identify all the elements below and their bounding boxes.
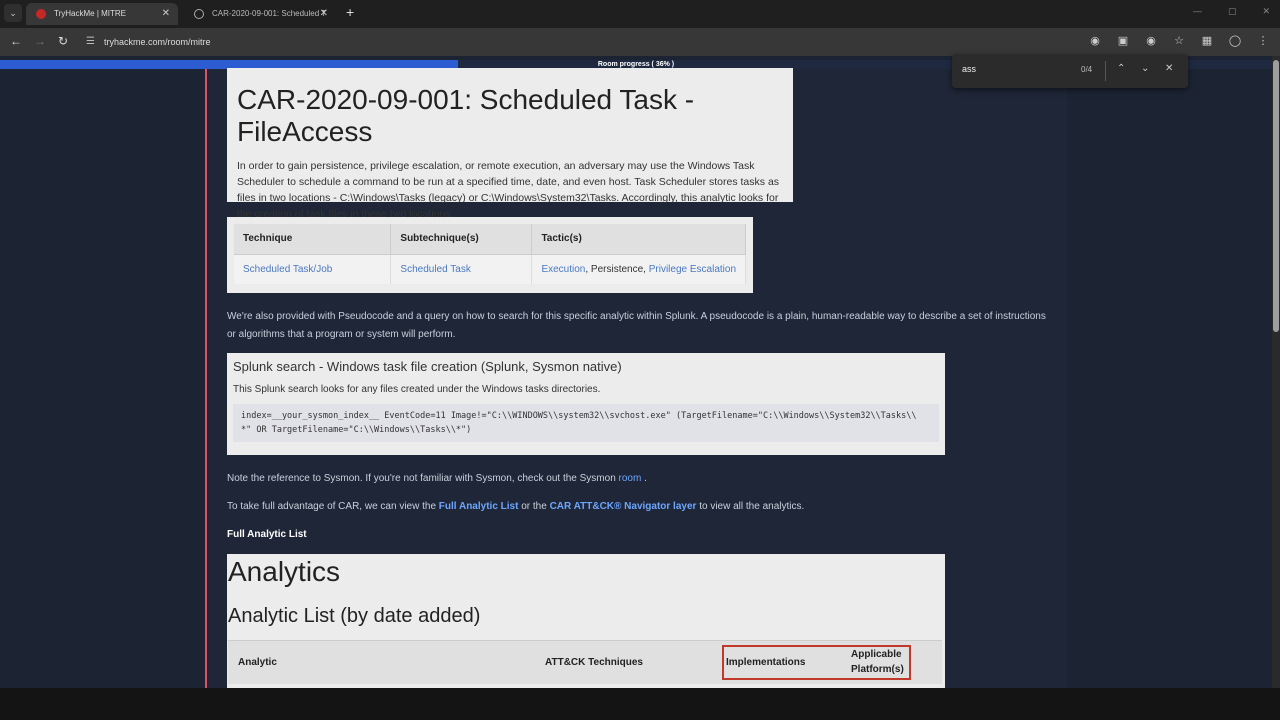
splunk-description: This Splunk search looks for any files c… xyxy=(233,384,601,395)
tab-title: CAR-2020-09-001: Scheduled T xyxy=(212,9,327,18)
navigator-layer-link[interactable]: CAR ATT&CK® Navigator layer xyxy=(550,501,697,512)
find-match-count: 0/4 xyxy=(1081,65,1093,74)
browser-tabstrip: ⌄ TryHackMe | MITRE ✕ CAR-2020-09-001: S… xyxy=(0,0,1280,28)
subtechnique-header: Subtechnique(s) xyxy=(390,224,533,255)
tab-tryhackme[interactable]: TryHackMe | MITRE ✕ xyxy=(26,3,178,25)
eye-slash-icon[interactable]: ◉ xyxy=(1144,34,1158,47)
find-separator xyxy=(1105,61,1106,81)
car-analytic-card: CAR-2020-09-001: Scheduled Task - FileAc… xyxy=(227,68,793,220)
find-in-page-bar: ass 0/4 ⌃ ⌄ ✕ xyxy=(952,54,1188,88)
back-arrow-icon[interactable]: ← xyxy=(10,34,22,48)
car-note-end: to view all the analytics. xyxy=(696,501,805,512)
subtechnique-link[interactable]: Scheduled Task xyxy=(400,264,470,275)
technique-table-card: Technique Subtechnique(s) Tactic(s) Sche… xyxy=(227,217,753,293)
car-note-text: To take full advantage of CAR, we can vi… xyxy=(227,501,439,512)
page-scrollbar[interactable] xyxy=(1272,56,1280,688)
minimize-icon[interactable]: — xyxy=(1193,6,1202,17)
car-title: CAR-2020-09-001: Scheduled Task - FileAc… xyxy=(237,84,695,147)
full-analytic-list-heading: Full Analytic List xyxy=(227,529,307,540)
analytics-title: Analytics xyxy=(228,556,341,587)
technique-link[interactable]: Scheduled Task/Job xyxy=(243,264,332,275)
full-analytic-list-link[interactable]: Full Analytic List xyxy=(439,501,519,512)
page-viewport: Room progress ( 36% ) CAR-2020-09-001: S… xyxy=(0,56,1280,688)
technique-table: Technique Subtechnique(s) Tactic(s) Sche… xyxy=(234,224,746,284)
analytic-list-title: Analytic List (by date added) xyxy=(228,605,481,627)
car-description: In order to gain persistence, privilege … xyxy=(237,160,780,220)
eye-off-icon[interactable]: ◉ xyxy=(1088,34,1102,47)
sysmon-note: Note the reference to Sysmon. If you're … xyxy=(227,470,647,488)
new-tab-plus-icon[interactable]: + xyxy=(346,4,354,20)
reader-mode-icon[interactable]: ▣ xyxy=(1116,34,1130,47)
extensions-icon[interactable]: ▦ xyxy=(1200,34,1214,47)
splunk-query-code: index=__your_sysmon_index__ EventCode=11… xyxy=(233,404,939,442)
bookmark-star-icon[interactable]: ☆ xyxy=(1172,34,1186,47)
restore-icon[interactable]: ▢ xyxy=(1228,6,1237,17)
analytics-image: Analytics Analytic List (by date added) … xyxy=(227,554,945,688)
tab-car[interactable]: CAR-2020-09-001: Scheduled T ✕ xyxy=(184,3,336,25)
analytics-table-header: Analytic ATT&CK Techniques Implementatio… xyxy=(228,640,942,684)
analytic-column-header: Analytic xyxy=(238,657,277,668)
menu-dots-icon[interactable]: ⋮ xyxy=(1256,34,1270,47)
tactic-privilege-escalation-link[interactable]: Privilege Escalation xyxy=(649,264,736,275)
table-row: Scheduled Task/Job Scheduled Task Execut… xyxy=(234,254,746,284)
find-input[interactable]: ass xyxy=(962,64,1062,74)
scrollbar-thumb[interactable] xyxy=(1273,60,1279,332)
toolbar-icons: ◉ ▣ ◉ ☆ ▦ ◯ ⋮ xyxy=(1088,34,1270,47)
address-bar[interactable]: ☰ tryhackme.com/room/mitre xyxy=(80,32,1100,52)
red-highlight-box xyxy=(722,645,911,680)
tactic-persistence-text: Persistence xyxy=(590,263,644,275)
sysmon-note-end: . xyxy=(641,473,647,484)
window-controls: — ▢ ✕ xyxy=(1193,6,1270,17)
reload-icon[interactable]: ↻ xyxy=(58,34,68,48)
tactic-execution-link[interactable]: Execution xyxy=(541,264,585,275)
code-line: *" OR TargetFilename="C:\\Windows\\Tasks… xyxy=(241,425,472,435)
technique-header: Technique xyxy=(234,224,392,255)
car-note-middle: or the xyxy=(518,501,550,512)
splunk-title: Splunk search - Windows task file creati… xyxy=(233,359,622,374)
url-text: tryhackme.com/room/mitre xyxy=(104,37,211,47)
profile-icon[interactable]: ◯ xyxy=(1228,34,1242,47)
forward-arrow-icon[interactable]: → xyxy=(34,34,46,48)
site-info-icon[interactable]: ☰ xyxy=(86,32,95,52)
splunk-search-card: Splunk search - Windows task file creati… xyxy=(227,353,945,455)
attack-techniques-column-header: ATT&CK Techniques xyxy=(545,657,643,668)
os-taskbar xyxy=(0,688,1280,720)
sysmon-note-text: Note the reference to Sysmon. If you're … xyxy=(227,473,619,484)
tab-list-chevron-icon[interactable]: ⌄ xyxy=(4,4,22,22)
tactic-header: Tactic(s) xyxy=(531,224,746,255)
code-line: index=__your_sysmon_index__ EventCode=11… xyxy=(241,411,917,421)
close-window-icon[interactable]: ✕ xyxy=(1262,6,1270,17)
find-close-icon[interactable]: ✕ xyxy=(1165,63,1173,74)
tryhackme-favicon-icon xyxy=(36,9,46,19)
side-panel xyxy=(1069,69,1272,688)
browser-toolbar: ← → ↻ ☰ tryhackme.com/room/mitre ◉ ▣ ◉ ☆… xyxy=(0,28,1280,56)
close-tab-icon[interactable]: ✕ xyxy=(162,3,170,25)
find-next-icon[interactable]: ⌄ xyxy=(1141,63,1149,74)
globe-favicon-icon xyxy=(194,9,204,19)
car-note: To take full advantage of CAR, we can vi… xyxy=(227,498,804,516)
close-tab-icon[interactable]: ✕ xyxy=(320,3,328,25)
tab-title: TryHackMe | MITRE xyxy=(54,9,127,18)
sysmon-room-link[interactable]: room xyxy=(619,473,642,484)
pseudocode-paragraph: We're also provided with Pseudocode and … xyxy=(227,311,1046,340)
find-previous-icon[interactable]: ⌃ xyxy=(1117,63,1125,74)
